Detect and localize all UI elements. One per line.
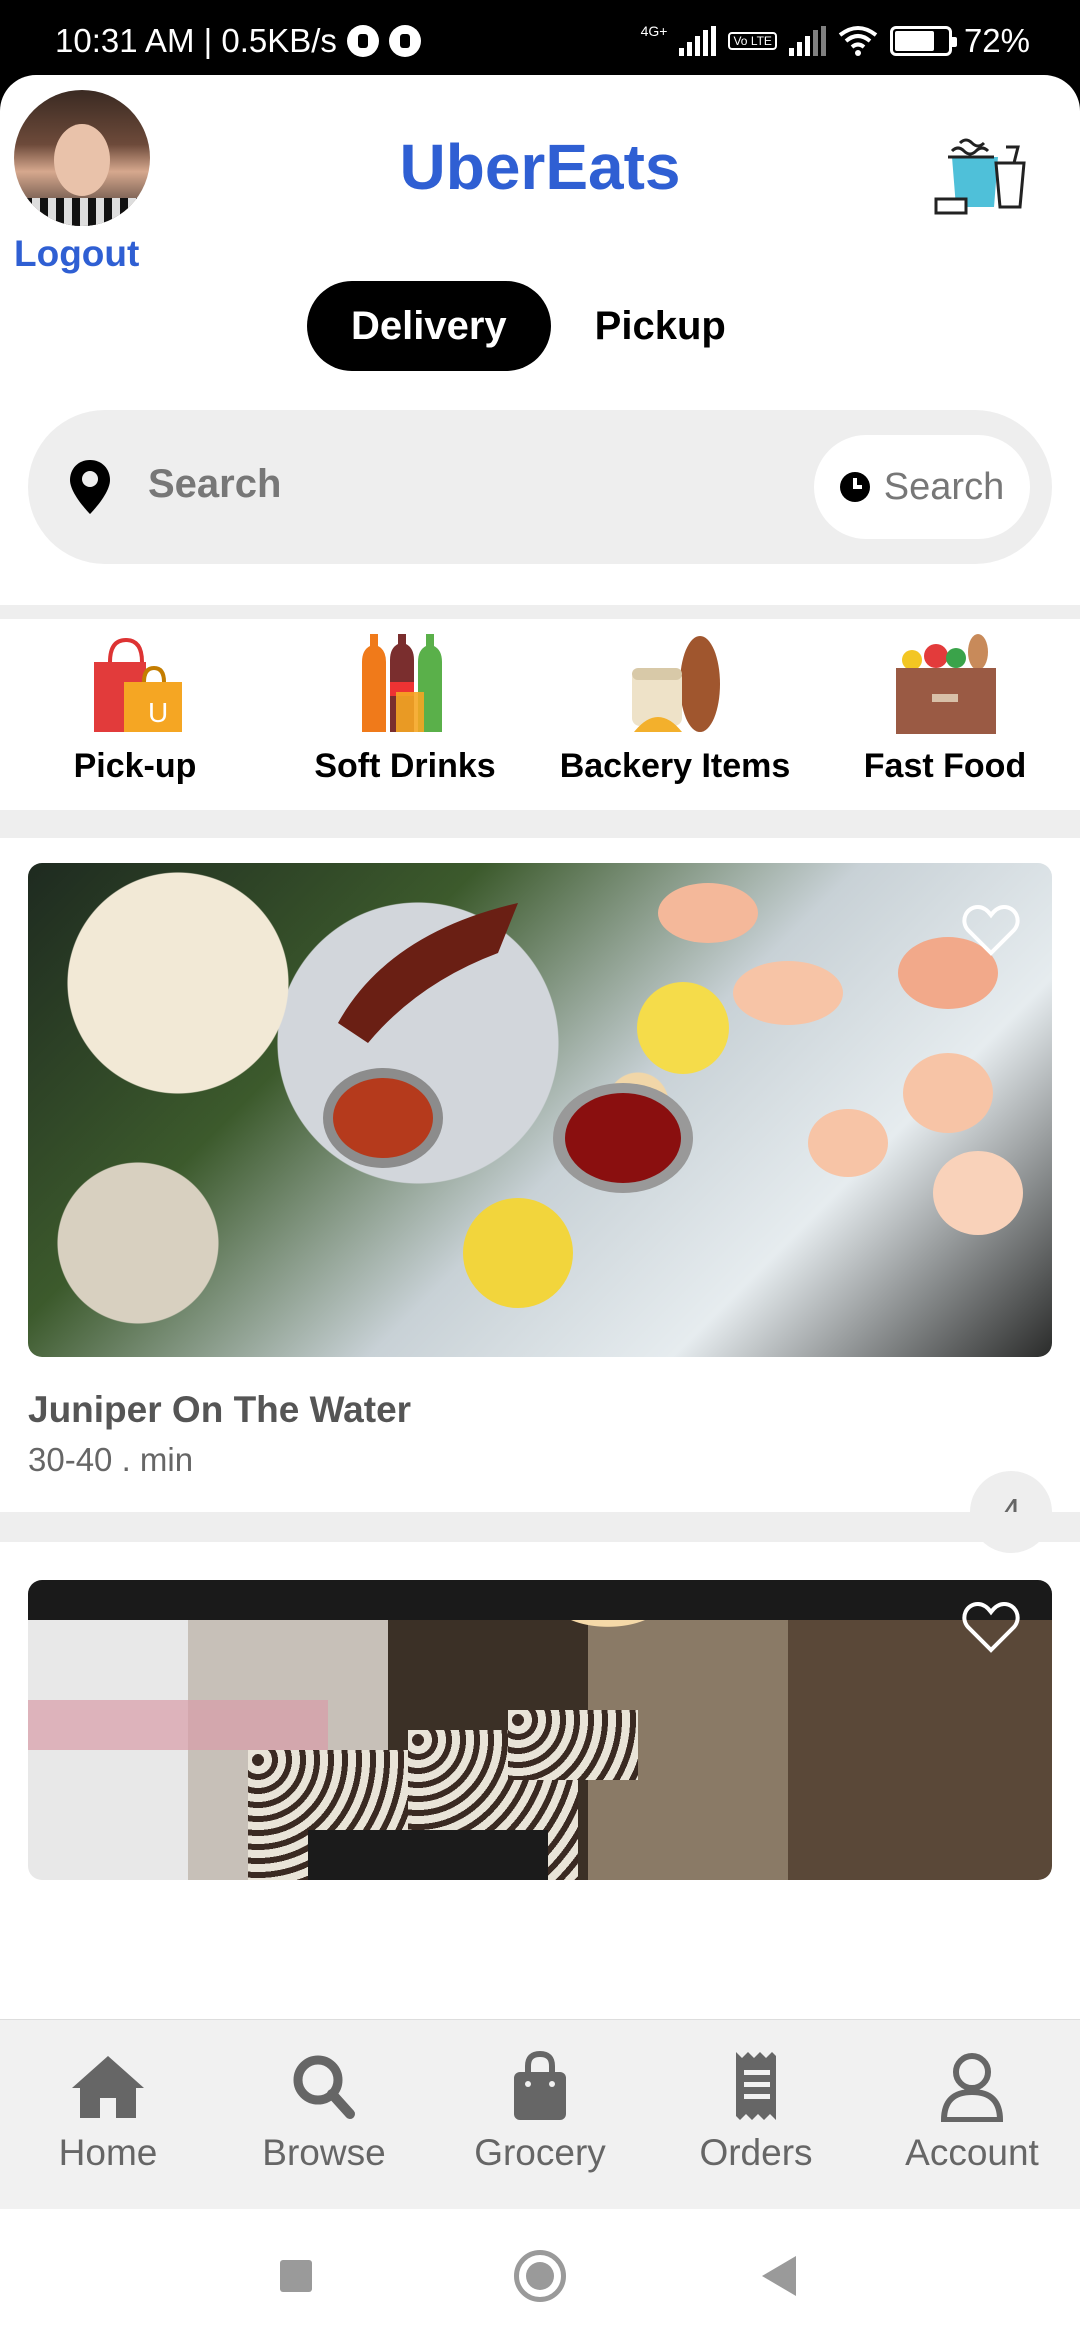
restaurant-image[interactable]: [28, 1580, 1052, 1880]
schedule-search-label: Search: [883, 465, 1005, 508]
nav-grocery[interactable]: Grocery: [440, 2050, 640, 2174]
signal-icon: [679, 26, 717, 56]
pickup-tab[interactable]: Pickup: [551, 281, 770, 371]
category-label: Pick-up: [73, 747, 197, 785]
category-label: Soft Drinks: [314, 747, 496, 785]
favorite-heart-icon[interactable]: [962, 1600, 1020, 1654]
favorite-heart-icon[interactable]: [962, 903, 1020, 957]
category-bakery-items[interactable]: Backery Items: [545, 620, 805, 805]
category-label: Backery Items: [559, 747, 791, 785]
nav-label: Home: [58, 2132, 158, 2173]
svg-text:U: U: [148, 697, 168, 728]
bread-icon: [632, 636, 720, 732]
category-row: U Pick-up Soft Drinks Backery Items Fast…: [0, 620, 1080, 805]
shopping-bag-icon: [514, 2050, 566, 2120]
nav-home[interactable]: Home: [8, 2050, 208, 2174]
restaurant-name: Juniper On The Water: [28, 1389, 412, 1430]
system-nav-bar: [0, 2210, 1080, 2340]
brand-title: UberEats: [399, 131, 681, 203]
logout-button[interactable]: Logout: [14, 233, 139, 275]
status-bar: 10:31 AM | 0.5KB/s 4G+ Vo LTE 72%: [0, 0, 1080, 80]
recent-apps-button[interactable]: [280, 2260, 312, 2292]
signal-icon: [788, 26, 826, 56]
battery-icon: [889, 26, 957, 56]
shopping-bags-icon: U: [94, 637, 182, 732]
notification-icon: [388, 25, 421, 57]
home-button[interactable]: [514, 2250, 566, 2302]
nav-account[interactable]: Account: [872, 2050, 1072, 2174]
receipt-icon: [736, 2052, 776, 2120]
divider: [0, 810, 1080, 838]
nav-label: Orders: [699, 2132, 813, 2173]
nav-label: Account: [905, 2132, 1039, 2173]
delivery-tab[interactable]: Delivery: [307, 281, 551, 371]
status-right: 4G+ Vo LTE 72%: [641, 22, 1030, 60]
nav-orders[interactable]: Orders: [656, 2050, 856, 2174]
network-type: 4G+: [640, 23, 668, 39]
app-screen: Logout UberEats Delivery Pickup Search S…: [0, 75, 1080, 2210]
category-pickup[interactable]: U Pick-up: [5, 620, 265, 805]
nav-label: Browse: [262, 2132, 386, 2173]
battery-fill: [894, 31, 934, 51]
status-left: 10:31 AM | 0.5KB/s: [55, 22, 421, 60]
search-input[interactable]: Search: [148, 462, 281, 507]
table-shape: [308, 1830, 548, 1880]
grocery-box-icon: [896, 634, 996, 734]
restaurant-image[interactable]: [28, 863, 1052, 1357]
category-fast-food[interactable]: Fast Food: [815, 620, 1075, 805]
bench-shape: [28, 1700, 328, 1750]
user-icon: [940, 2053, 1004, 2122]
battery-percent: 72%: [963, 22, 1030, 59]
volte-badge: Vo LTE: [728, 32, 777, 50]
category-label: Fast Food: [863, 747, 1027, 785]
cart-icon[interactable]: [934, 135, 1034, 225]
nav-browse[interactable]: Browse: [224, 2050, 424, 2174]
wifi-icon: [838, 26, 878, 56]
lemon-slice: [463, 1198, 573, 1308]
schedule-search-button[interactable]: Search: [814, 435, 1030, 539]
divider: [0, 1512, 1080, 1542]
search-bar[interactable]: Search Search: [28, 410, 1052, 564]
home-icon: [72, 2056, 144, 2118]
status-time: 10:31 AM | 0.5KB/s: [55, 22, 337, 59]
clock-icon: [839, 472, 870, 502]
bottom-nav: Home Browse Grocery Orders Account: [0, 2019, 1080, 2209]
nav-label: Grocery: [474, 2132, 606, 2173]
soda-bottles-icon: [362, 634, 442, 732]
delivery-mode-toggle: Delivery Pickup: [307, 281, 770, 371]
restaurant-card[interactable]: Juniper On The Water 30-40 . min 4: [28, 863, 1052, 1553]
delivery-time: 30-40 . min: [28, 1441, 194, 1478]
category-soft-drinks[interactable]: Soft Drinks: [275, 620, 535, 805]
divider: [0, 605, 1080, 619]
booth-seat: [508, 1710, 638, 1780]
notification-icon: [346, 25, 379, 57]
header: Logout UberEats Delivery Pickup: [0, 75, 1080, 395]
back-button[interactable]: [762, 2256, 796, 2296]
search-icon: [293, 2055, 355, 2119]
location-pin-icon[interactable]: [68, 458, 112, 516]
sauce-bowl: [323, 1068, 443, 1168]
lobster-shape: [338, 903, 518, 1043]
restaurant-card[interactable]: [28, 1580, 1052, 1880]
